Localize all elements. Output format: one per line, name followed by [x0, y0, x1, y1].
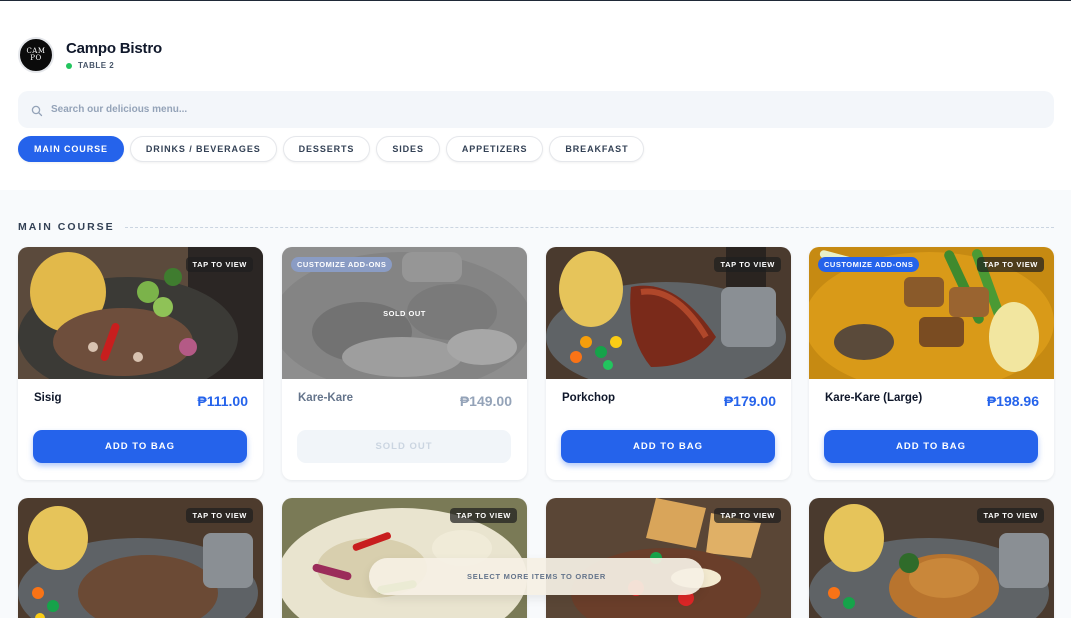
product-info: Kare-Kare ₱149.00 — [282, 379, 527, 429]
product-info: Sisig ₱111.00 — [18, 379, 263, 429]
customize-add-ons-badge: CUSTOMIZE ADD-ONS — [818, 257, 920, 272]
table-indicator: TABLE 2 — [66, 61, 162, 70]
tap-to-view-badge: TAP TO VIEW — [186, 508, 253, 523]
section-title: MAIN COURSE — [18, 221, 115, 233]
product-photo[interactable]: TAP TO VIEW — [18, 247, 263, 379]
cart-status-bar[interactable]: SELECT MORE ITEMS TO ORDER — [369, 558, 704, 595]
product-name: Sisig — [34, 392, 62, 404]
tap-to-view-badge: TAP TO VIEW — [977, 508, 1044, 523]
tab-drinks-beverages[interactable]: DRINKS / BEVERAGES — [129, 136, 277, 162]
restaurant-logo: CAM PO — [18, 37, 54, 73]
tap-to-view-badge: TAP TO VIEW — [186, 257, 253, 272]
tab-breakfast[interactable]: BREAKFAST — [549, 136, 645, 162]
menu-header: CAM PO Campo Bistro TABLE 2 MAIN COURSE … — [0, 1, 1071, 190]
restaurant-brand: CAM PO Campo Bistro TABLE 2 — [18, 37, 162, 73]
product-info: Porkchop ₱179.00 — [546, 379, 791, 429]
section-header: MAIN COURSE — [18, 221, 1054, 233]
product-price: ₱111.00 — [197, 393, 248, 409]
product-card-kare-kare[interactable]: SOLD OUT CUSTOMIZE ADD-ONS Kare-Kare ₱14… — [282, 247, 527, 480]
sold-out-button: SOLD OUT — [297, 430, 511, 463]
product-info: Kare-Kare (Large) ₱198.96 — [809, 379, 1054, 429]
table-status-dot-icon — [66, 62, 72, 69]
product-photo[interactable]: TAP TO VIEW — [809, 498, 1054, 618]
tap-to-view-badge: TAP TO VIEW — [714, 257, 781, 272]
product-name: Kare-Kare — [298, 392, 353, 404]
product-card-kare-kare-large[interactable]: CUSTOMIZE ADD-ONS TAP TO VIEW Kare-Kare … — [809, 247, 1054, 480]
table-label: TABLE 2 — [78, 61, 115, 70]
logo-text: CAM PO — [26, 47, 46, 62]
tab-desserts[interactable]: DESSERTS — [282, 136, 371, 162]
search-icon — [31, 104, 43, 116]
product-name: Kare-Kare (Large) — [825, 392, 923, 404]
product-price: ₱149.00 — [459, 393, 512, 409]
product-photo[interactable]: TAP TO VIEW — [18, 498, 263, 618]
product-photo[interactable]: SOLD OUT CUSTOMIZE ADD-ONS — [282, 247, 527, 379]
tap-to-view-badge: TAP TO VIEW — [977, 257, 1044, 272]
restaurant-name: Campo Bistro — [66, 40, 162, 57]
section-divider — [124, 226, 1054, 228]
product-card-porkchop[interactable]: TAP TO VIEW Porkchop ₱179.00 ADD TO BAG — [546, 247, 791, 480]
category-tabs: MAIN COURSE DRINKS / BEVERAGES DESSERTS … — [18, 136, 645, 162]
product-photo[interactable]: CUSTOMIZE ADD-ONS TAP TO VIEW — [809, 247, 1054, 379]
customize-add-ons-badge: CUSTOMIZE ADD-ONS — [291, 257, 393, 272]
tab-appetizers[interactable]: APPETIZERS — [445, 136, 544, 162]
brand-text: Campo Bistro TABLE 2 — [66, 40, 162, 70]
add-to-bag-button[interactable]: ADD TO BAG — [561, 430, 775, 463]
product-card[interactable]: TAP TO VIEW — [809, 498, 1054, 618]
tab-main-course[interactable]: MAIN COURSE — [18, 136, 124, 162]
product-card-sisig[interactable]: TAP TO VIEW Sisig ₱111.00 ADD TO BAG — [18, 247, 263, 480]
product-name: Porkchop — [562, 392, 616, 404]
tab-sides[interactable]: SIDES — [376, 136, 440, 162]
search-bar[interactable] — [18, 91, 1054, 128]
product-price: ₱179.00 — [723, 393, 776, 409]
product-photo[interactable]: TAP TO VIEW — [546, 247, 791, 379]
menu-content: MAIN COURSE TAP TO VIEW Sisig ₱111.00 AD… — [0, 190, 1071, 618]
tap-to-view-badge: TAP TO VIEW — [450, 508, 517, 523]
add-to-bag-button[interactable]: ADD TO BAG — [33, 430, 247, 463]
search-input[interactable] — [51, 104, 951, 115]
product-price: ₱198.96 — [986, 393, 1039, 409]
product-card[interactable]: TAP TO VIEW — [18, 498, 263, 618]
tap-to-view-badge: TAP TO VIEW — [714, 508, 781, 523]
add-to-bag-button[interactable]: ADD TO BAG — [824, 430, 1038, 463]
